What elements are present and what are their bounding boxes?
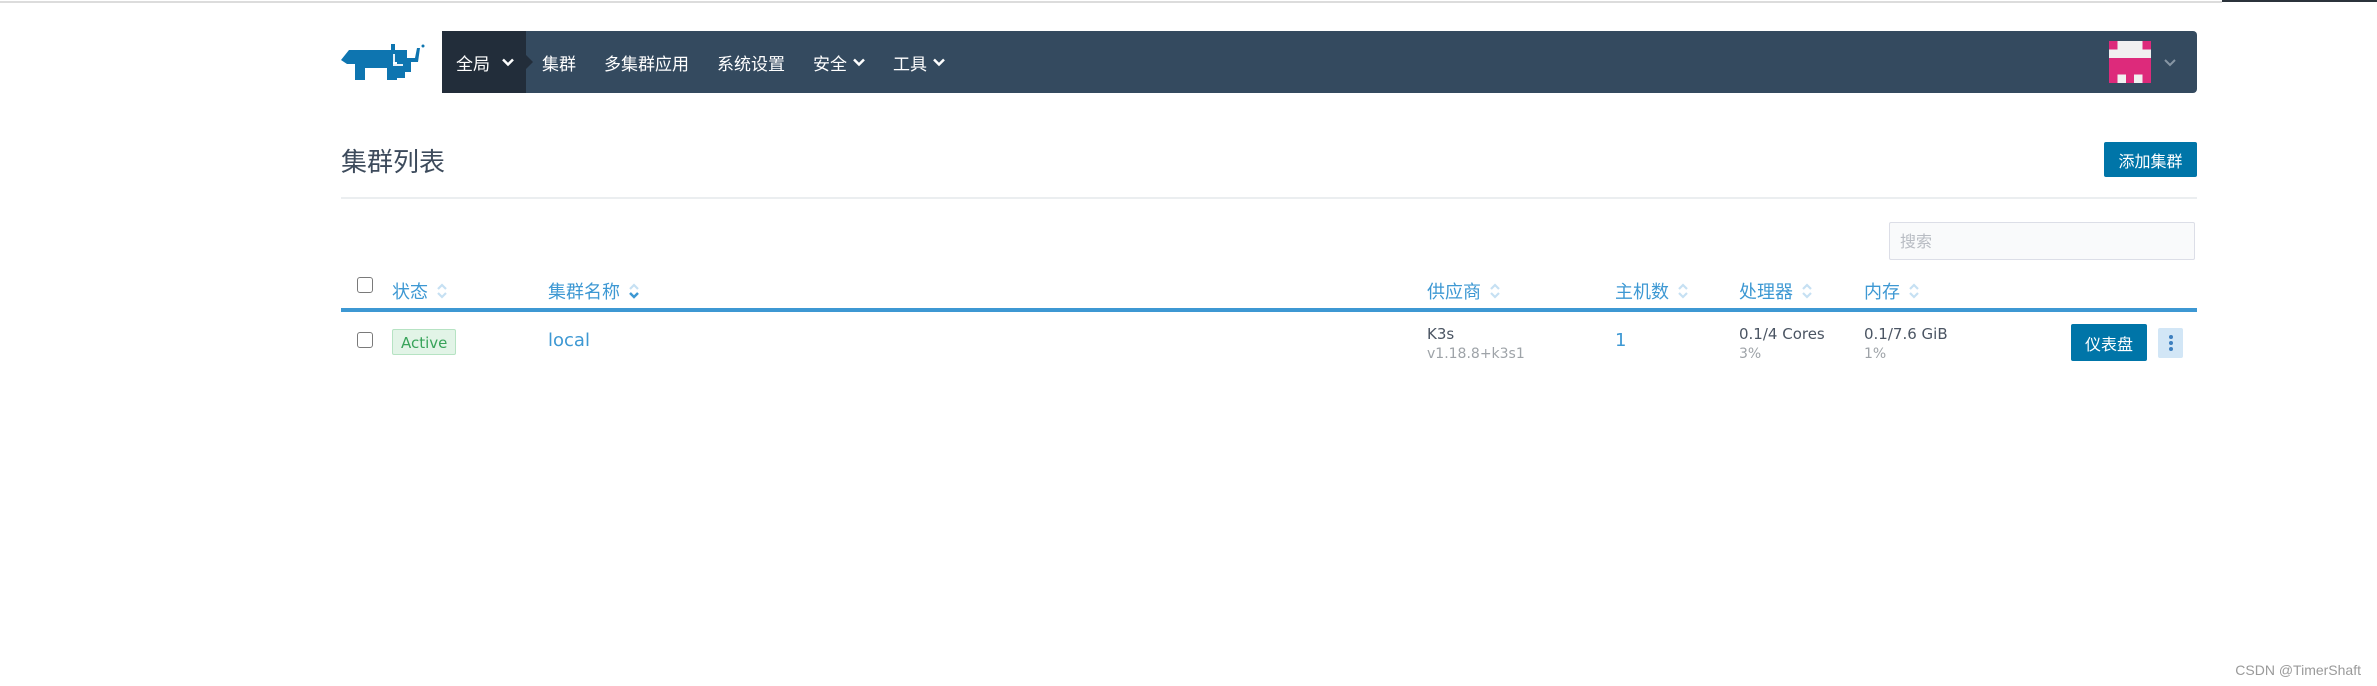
column-header-nodes[interactable]: 主机数 (1615, 278, 1689, 304)
search-input[interactable] (1889, 222, 2195, 260)
sort-icon (1678, 283, 1688, 299)
sort-icon (437, 283, 447, 299)
table-header: 状态 集群名称 供应商 主机数 处理器 内存 (341, 272, 2197, 308)
status-badge: Active (392, 329, 457, 355)
provider-version: v1.18.8+k3s1 (1427, 346, 1525, 362)
column-label: 主机数 (1615, 282, 1669, 303)
dashboard-button[interactable]: 仪表盘 (2071, 324, 2147, 361)
sort-descending-icon (629, 283, 639, 299)
top-edge-dark (2222, 0, 2377, 2)
header-divider (341, 197, 2197, 199)
column-label: 集群名称 (548, 282, 620, 303)
memory-usage: 0.1/7.6 GiB (1864, 325, 1948, 343)
top-border (0, 1, 2222, 3)
nav-tools[interactable]: 工具 (879, 31, 959, 93)
provider-name: K3s (1427, 325, 1455, 343)
top-navbar: 全局 集群 多集群应用 系统设置 安全 工具 (442, 31, 2197, 93)
nav-security[interactable]: 安全 (799, 31, 879, 93)
column-header-state[interactable]: 状态 (392, 278, 448, 304)
node-count-link[interactable]: 1 (1615, 330, 1626, 351)
nav-label: 系统设置 (717, 54, 785, 75)
chevron-down-icon (502, 58, 514, 67)
column-header-memory[interactable]: 内存 (1864, 278, 1920, 304)
sort-icon (1490, 283, 1500, 299)
chevron-down-icon (933, 58, 945, 67)
select-all-checkbox[interactable] (357, 277, 373, 293)
nav-label: 安全 (813, 54, 847, 75)
sort-icon (1909, 283, 1919, 299)
nav-clusters[interactable]: 集群 (528, 31, 590, 93)
memory-percent: 1% (1864, 346, 1887, 362)
nav-global[interactable]: 全局 (442, 31, 533, 93)
nav-label: 多集群应用 (604, 54, 689, 75)
sort-icon (1802, 283, 1812, 299)
row-checkbox[interactable] (357, 332, 373, 348)
nav-multi-cluster-apps[interactable]: 多集群应用 (590, 31, 703, 93)
column-label: 内存 (1864, 282, 1900, 303)
cpu-percent: 3% (1739, 346, 1762, 362)
nav-label: 工具 (893, 54, 927, 75)
table-row: Active local K3s v1.18.8+k3s1 1 0.1/4 Co… (341, 312, 2197, 372)
cluster-name-link[interactable]: local (548, 330, 590, 351)
nav-label: 集群 (542, 54, 576, 75)
watermark: CSDN @TimerShaft (2235, 662, 2361, 678)
nav-label: 全局 (456, 54, 490, 75)
chevron-down-icon (2164, 59, 2176, 67)
rancher-logo-icon[interactable] (341, 42, 427, 84)
user-avatar-icon (2109, 41, 2151, 83)
vertical-ellipsis-icon (2168, 335, 2173, 351)
column-label: 状态 (392, 282, 428, 303)
page-title: 集群列表 (341, 148, 446, 178)
nav-settings[interactable]: 系统设置 (703, 31, 799, 93)
column-header-provider[interactable]: 供应商 (1427, 278, 1501, 304)
column-label: 处理器 (1739, 282, 1793, 303)
add-cluster-button[interactable]: 添加集群 (2104, 142, 2197, 177)
chevron-down-icon (853, 58, 865, 67)
column-header-name[interactable]: 集群名称 (548, 278, 640, 304)
column-header-cpu[interactable]: 处理器 (1739, 278, 1813, 304)
user-menu[interactable] (2109, 31, 2177, 93)
column-label: 供应商 (1427, 282, 1481, 303)
cpu-usage: 0.1/4 Cores (1739, 325, 1825, 343)
more-actions-button[interactable] (2158, 328, 2183, 358)
